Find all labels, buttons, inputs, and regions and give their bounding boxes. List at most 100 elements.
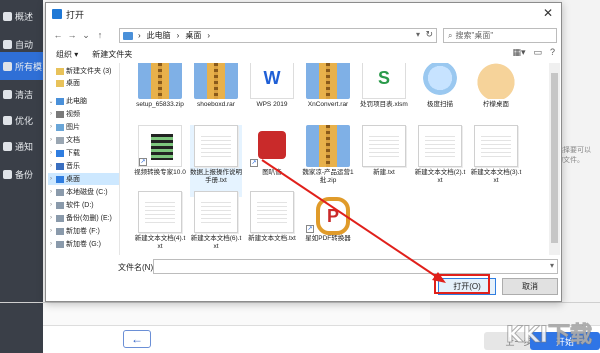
chevron-down-icon[interactable]: ▾	[416, 30, 420, 39]
forward-arrow-icon[interactable]: →	[66, 30, 78, 40]
tree-item-drive-c[interactable]: › 本地磁盘 (C:)	[48, 186, 119, 198]
file-item[interactable]: setup_65833.zip	[134, 63, 186, 129]
file-name-input[interactable]: ▾	[153, 259, 558, 274]
tree-item-videos[interactable]: › 视频	[48, 108, 119, 120]
search-icon: ⌕	[448, 30, 453, 40]
file-item[interactable]: 数据上报操作说明手册.txt	[190, 125, 242, 197]
nav-item-notify[interactable]: 通知	[0, 132, 43, 160]
tree-item-drive-d[interactable]: › 软件 (D:)	[48, 199, 119, 211]
file-item[interactable]: W WPS 2019	[246, 63, 298, 129]
file-item[interactable]: 新建文本文档(6).txt	[190, 191, 242, 255]
text-file-icon	[138, 191, 182, 233]
file-item[interactable]: ↗ 星如PDF转换器	[302, 191, 354, 255]
back-arrow-icon[interactable]: ←	[52, 30, 64, 40]
nav-item-backup[interactable]: 备份	[0, 160, 43, 188]
tree-label: 桌面	[66, 80, 80, 87]
folder-icon	[56, 67, 64, 75]
tree-item-drive-g[interactable]: › 新加卷 (G:)	[48, 238, 119, 250]
file-item[interactable]: XnConvert.rar	[302, 63, 354, 129]
download-icon	[56, 149, 64, 157]
tree-item-this-pc[interactable]: ⌄ 此电脑	[48, 95, 119, 107]
recent-dropdown-icon[interactable]: ⌄	[80, 30, 92, 41]
wps-icon: W	[250, 63, 294, 99]
file-name: 柠檬桌面	[483, 101, 509, 108]
cancel-button[interactable]: 取消	[502, 278, 558, 295]
file-item[interactable]: ↗ 图叭音	[246, 125, 298, 197]
text-file-icon	[194, 191, 238, 233]
file-item[interactable]: 魏家凉-产品运营1批.zip	[302, 125, 354, 197]
breadcrumb-this-pc[interactable]: 此电脑	[147, 30, 171, 41]
background-hint: 选择要可以的文件。	[556, 147, 591, 164]
view-options-icon[interactable]: ▦▾	[512, 47, 525, 58]
file-item[interactable]: 新建文本文档.txt	[246, 191, 298, 255]
scrollbar-thumb[interactable]	[551, 73, 558, 243]
file-item[interactable]: 新建文本文档(4).txt	[134, 191, 186, 255]
file-item[interactable]: 新建文本文档(3).txt	[470, 125, 522, 197]
up-arrow-icon[interactable]: ↑	[94, 30, 106, 40]
file-item[interactable]: 柠檬桌面	[470, 63, 522, 129]
shortcut-arrow-icon: ↗	[139, 158, 147, 166]
overview-icon	[3, 11, 12, 21]
file-name: 极度扫描	[427, 101, 453, 108]
file-name: 视频转换专家10.0	[134, 169, 186, 176]
file-name: 新建文本文档(2).txt	[414, 169, 466, 184]
file-name: shoeboxd.rar	[197, 101, 235, 108]
drive-icon	[56, 240, 64, 248]
tree-item-desktop[interactable]: › 桌面	[48, 173, 119, 185]
nav-label: 通知	[15, 141, 34, 152]
zip-archive-icon	[138, 63, 182, 99]
tree-item-drive-e[interactable]: › 备份(勿删) (E:)	[48, 212, 119, 224]
file-name: 星如PDF转换器	[305, 235, 351, 242]
clean-icon	[3, 89, 12, 99]
text-file-icon	[474, 125, 518, 167]
folder-icon	[56, 79, 64, 87]
nav-item-all-modules[interactable]: 所有模	[0, 52, 43, 80]
computer-icon	[123, 32, 133, 40]
file-item[interactable]: shoeboxd.rar	[190, 63, 242, 129]
dragon-app-icon	[418, 63, 462, 99]
search-input[interactable]: ⌕ 搜索"桌面"	[443, 28, 557, 43]
chevron-down-icon[interactable]: ▾	[550, 261, 554, 270]
tree-item-new-folder-3[interactable]: 新建文件夹 (3)	[48, 65, 119, 77]
breadcrumb-desktop[interactable]: 桌面	[185, 30, 201, 41]
pdf-converter-icon: ↗	[306, 191, 350, 235]
new-folder-button[interactable]: 新建文件夹	[92, 49, 132, 60]
tree-item-drive-f[interactable]: › 新加卷 (F:)	[48, 225, 119, 237]
text-file-icon	[362, 125, 406, 167]
back-button[interactable]: ←	[123, 330, 151, 348]
tree-item-pictures[interactable]: › 图片	[48, 121, 119, 133]
file-item[interactable]: 新建文本文档(2).txt	[414, 125, 466, 197]
address-separator: ›	[176, 31, 180, 40]
tree-item-downloads[interactable]: › 下载	[48, 147, 119, 159]
nav-item-optimize[interactable]: 优化	[0, 106, 43, 134]
nav-item-overview[interactable]: 概述	[0, 2, 43, 30]
notify-icon	[3, 141, 12, 151]
tree-item-desktop-folder[interactable]: 桌面	[48, 77, 119, 89]
file-name: 新建文本文档.txt	[248, 235, 296, 242]
red-app-icon: ↗	[250, 125, 294, 167]
address-bar[interactable]: › 此电脑 › 桌面 › ▾ ↻	[119, 28, 437, 43]
close-icon[interactable]: ✕	[541, 6, 555, 20]
file-name: 新建.txt	[373, 169, 395, 176]
preview-pane-icon[interactable]: ▭	[533, 47, 542, 58]
tree-item-documents[interactable]: › 文档	[48, 134, 119, 146]
text-file-icon	[250, 191, 294, 233]
dialog-titlebar: 打开	[46, 3, 561, 25]
zip-archive-icon	[194, 63, 238, 99]
tree-label: 本地磁盘 (C:)	[66, 189, 108, 196]
file-item[interactable]: 极度扫描	[414, 63, 466, 129]
refresh-icon[interactable]: ↻	[425, 29, 433, 40]
file-name: setup_65833.zip	[136, 101, 184, 108]
file-item[interactable]: S 处罚项目表.xlsm	[358, 63, 410, 129]
spreadsheet-icon: S	[362, 63, 406, 99]
nav-item-clean[interactable]: 清洁	[0, 80, 43, 108]
file-item[interactable]: ↗ 视频转换专家10.0	[134, 125, 186, 197]
organize-menu[interactable]: 组织 ▾	[56, 49, 78, 60]
help-icon[interactable]: ?	[550, 47, 555, 58]
tree-item-music[interactable]: › 音乐	[48, 160, 119, 172]
file-item[interactable]: 新建.txt	[358, 125, 410, 197]
divider	[0, 302, 600, 303]
tree-label: 桌面	[66, 176, 80, 183]
vertical-scrollbar[interactable]	[549, 63, 560, 255]
file-name: 处罚项目表.xlsm	[360, 101, 408, 108]
